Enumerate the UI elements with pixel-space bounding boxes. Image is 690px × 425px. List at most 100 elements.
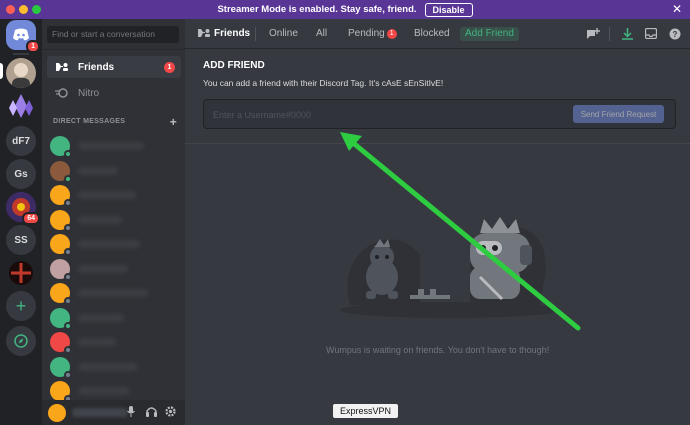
dm-list-item[interactable]	[50, 160, 178, 183]
status-indicator	[64, 223, 72, 232]
dm-name-redacted	[78, 240, 140, 248]
status-indicator	[64, 370, 72, 379]
sidebar-item-nitro[interactable]: Nitro	[47, 82, 181, 104]
sidebar-divider	[42, 49, 185, 50]
user-avatar[interactable]	[48, 403, 66, 422]
server-label: SS	[14, 234, 28, 246]
tab-online[interactable]: Online	[269, 27, 298, 41]
friends-icon	[56, 63, 68, 71]
dm-avatar	[50, 307, 72, 330]
server-label: Gs	[14, 168, 28, 180]
user-panel	[42, 400, 185, 425]
add-server-button[interactable]: +	[6, 291, 36, 321]
dm-avatar	[50, 332, 72, 354]
dm-list-item[interactable]	[50, 185, 178, 207]
server-crystal[interactable]	[6, 91, 36, 121]
empty-state-text: Wumpus is waiting on friends. You don't …	[326, 345, 550, 355]
dm-name-redacted	[78, 191, 136, 199]
direct-messages-header: DIRECT MESSAGES +	[53, 115, 177, 129]
nitro-icon	[55, 88, 68, 98]
tab-pending[interactable]: Pending 1	[348, 27, 397, 41]
dm-name-redacted	[78, 362, 138, 371]
download-icon[interactable]	[622, 28, 633, 43]
server-image2[interactable]	[6, 258, 36, 288]
dm-name-redacted	[78, 166, 118, 175]
add-friend-description: You can add a friend with their Discord …	[203, 78, 444, 88]
server-avatar-user[interactable]	[6, 58, 36, 88]
dm-list-item[interactable]	[50, 381, 178, 403]
status-indicator	[64, 346, 72, 354]
status-indicator	[64, 174, 72, 183]
server-df7[interactable]: dF7	[6, 126, 36, 156]
sidebar-item-friends[interactable]: Friends 1	[47, 56, 181, 78]
microphone-icon[interactable]	[127, 406, 135, 420]
server-ss[interactable]: SS	[6, 225, 36, 255]
status-indicator	[64, 199, 72, 207]
window-maximize-button[interactable]	[32, 5, 41, 14]
rail-divider	[13, 53, 29, 55]
add-friend-header: ADD FRIEND	[203, 60, 265, 71]
dm-list-item[interactable]	[50, 307, 178, 330]
dm-name-redacted	[78, 264, 128, 273]
friends-waving-icon	[197, 27, 211, 42]
dm-list-item[interactable]	[50, 356, 178, 379]
dm-avatar	[50, 136, 72, 158]
home-button[interactable]: 1	[6, 20, 40, 53]
discord-icon	[13, 28, 29, 41]
dm-name-redacted	[78, 142, 144, 150]
status-indicator	[64, 321, 72, 330]
dm-avatar	[50, 160, 72, 183]
page-title: Friends	[214, 28, 251, 39]
dm-list-item[interactable]	[50, 209, 178, 232]
dm-name-redacted	[78, 313, 124, 322]
dm-name-redacted	[78, 387, 130, 395]
server-image[interactable]: 64	[6, 192, 40, 225]
server-image2-icon	[9, 261, 33, 285]
svg-text:?: ?	[673, 30, 678, 39]
send-friend-request-button[interactable]: Send Friend Request	[573, 105, 664, 123]
username-input[interactable]: Enter a Username#0000	[213, 110, 311, 120]
inbox-icon[interactable]	[644, 27, 658, 42]
banner-text: Streamer Mode is enabled. Stay safe, fri…	[217, 4, 417, 15]
tab-all[interactable]: All	[316, 27, 327, 41]
tab-blocked[interactable]: Blocked	[414, 27, 450, 41]
selected-server-pill	[0, 63, 3, 79]
new-group-dm-icon[interactable]	[586, 28, 600, 43]
close-icon[interactable]: ✕	[672, 2, 682, 16]
nitro-label: Nitro	[78, 87, 100, 99]
disable-streamer-mode-button[interactable]: Disable	[424, 2, 473, 17]
help-icon[interactable]: ?	[669, 28, 681, 43]
dm-avatar	[50, 258, 72, 281]
dm-header-label: DIRECT MESSAGES	[53, 118, 126, 125]
username-redacted	[72, 408, 128, 417]
create-dm-plus-icon[interactable]: +	[170, 115, 177, 129]
dm-list-item[interactable]	[50, 283, 178, 305]
dm-name-redacted	[78, 338, 116, 346]
tab-pending-label: Pending	[348, 28, 385, 39]
server-gs[interactable]: Gs	[6, 159, 36, 189]
dm-list-item[interactable]	[50, 258, 178, 281]
home-badge: 1	[26, 40, 40, 53]
streamer-mode-banner: Streamer Mode is enabled. Stay safe, fri…	[0, 0, 690, 19]
dm-list-item[interactable]	[50, 332, 178, 354]
dm-avatar	[50, 209, 72, 232]
window-minimize-button[interactable]	[19, 5, 28, 14]
friends-badge: 1	[164, 61, 175, 73]
window-close-button[interactable]	[6, 5, 15, 14]
settings-gear-icon[interactable]	[165, 406, 176, 420]
status-indicator	[64, 297, 72, 305]
status-indicator	[64, 248, 72, 256]
dm-list-item[interactable]	[50, 234, 178, 256]
tab-add-friend[interactable]: Add Friend	[460, 27, 519, 41]
headphones-icon[interactable]	[146, 406, 157, 420]
status-indicator	[64, 150, 72, 158]
compass-icon	[14, 334, 28, 348]
dm-avatar	[50, 234, 72, 256]
explore-servers-button[interactable]	[6, 326, 36, 356]
dm-avatar	[50, 356, 72, 379]
topbar-divider	[609, 27, 610, 41]
server-label: dF7	[12, 135, 30, 147]
dm-list-item[interactable]	[50, 136, 178, 158]
search-input[interactable]: Find or start a conversation	[47, 26, 179, 43]
friends-label: Friends	[78, 61, 115, 73]
